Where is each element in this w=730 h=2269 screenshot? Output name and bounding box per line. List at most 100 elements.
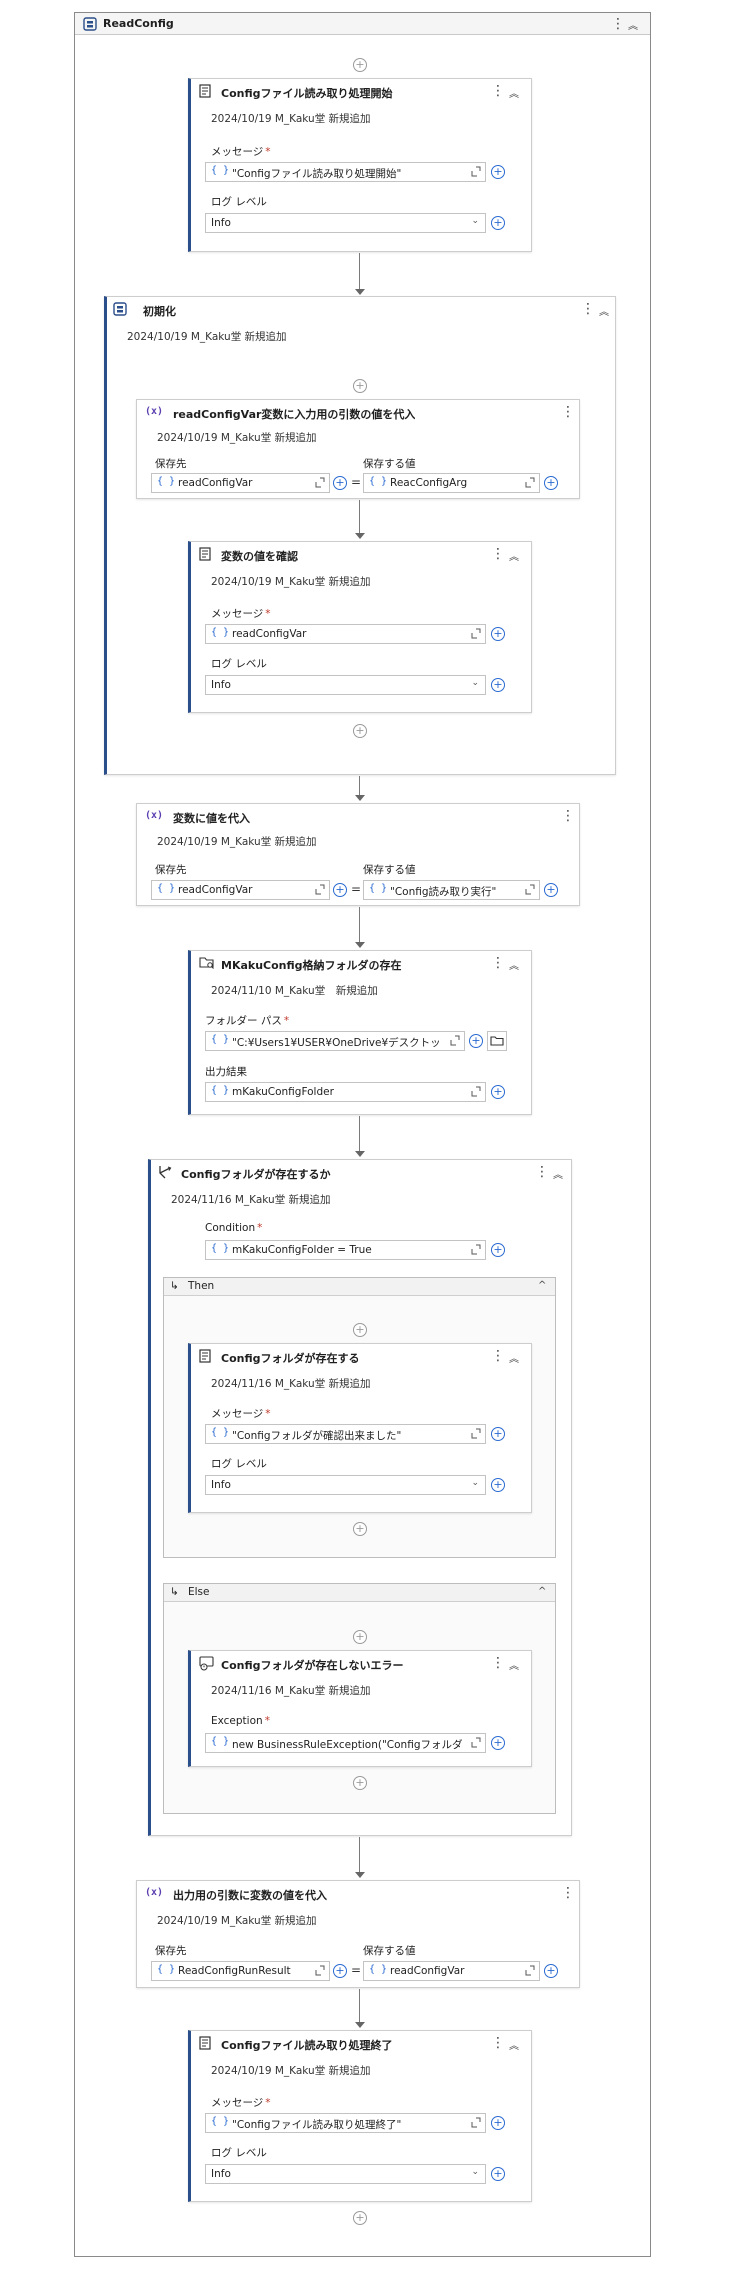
assign-readconfig-more-icon[interactable]: ⋮ (561, 405, 575, 419)
root-collapse-icon[interactable]: ︽ (628, 17, 638, 32)
log-check-activity[interactable]: 変数の値を確認 ⋮ ︽ 2024/10/19 M_Kaku堂 新規追加 メッセー… (188, 541, 532, 713)
then-log-collapse-icon[interactable]: ︽ (509, 1350, 519, 1365)
condition-plus-button[interactable]: + (491, 1243, 505, 1257)
to-field[interactable]: { } readConfigVar (151, 473, 330, 493)
assign-variable-more-icon[interactable]: ⋮ (561, 809, 575, 823)
to-plus-button[interactable]: + (333, 476, 347, 490)
throw-title: Configフォルダが存在しないエラー (221, 1659, 404, 1672)
expand-editor-icon[interactable] (315, 1965, 325, 1976)
to-plus-button[interactable]: + (333, 1964, 347, 1978)
add-activity-button[interactable]: + (353, 1776, 367, 1790)
value-field[interactable]: { } readConfigVar (363, 1961, 540, 1981)
folder-exists-more-icon[interactable]: ⋮ (491, 956, 505, 970)
exception-field[interactable]: { } new BusinessRuleException("Configフォル… (205, 1733, 486, 1753)
expand-editor-icon[interactable] (525, 884, 535, 895)
value-plus-button[interactable]: + (544, 883, 558, 897)
add-activity-button[interactable]: + (353, 724, 367, 738)
log-end-collapse-icon[interactable]: ︽ (509, 2037, 519, 2052)
init-collapse-icon[interactable]: ︽ (599, 303, 609, 318)
value-plus-button[interactable]: + (544, 476, 558, 490)
log-start-collapse-icon[interactable]: ︽ (509, 85, 519, 100)
exception-plus-button[interactable]: + (491, 1736, 505, 1750)
then-collapse-icon[interactable]: ^ (538, 1280, 546, 1291)
log-level-plus-button[interactable]: + (491, 216, 505, 230)
equals-sign: = (351, 475, 362, 489)
root-more-icon[interactable]: ⋮ (611, 17, 625, 31)
log-level-select[interactable]: Info ⌄ (205, 675, 486, 695)
to-plus-button[interactable]: + (333, 883, 347, 897)
log-level-label: ログ レベル (211, 658, 267, 670)
add-activity-button[interactable]: + (353, 1522, 367, 1536)
message-field[interactable]: { } "Configファイル読み取り処理開始" (205, 162, 486, 182)
message-plus-button[interactable]: + (491, 165, 505, 179)
expand-editor-icon[interactable] (471, 166, 481, 177)
log-level-select[interactable]: Info ⌄ (205, 213, 486, 233)
expand-editor-icon[interactable] (471, 1086, 481, 1097)
log-level-select[interactable]: Info ⌄ (205, 1475, 486, 1495)
log-end-more-icon[interactable]: ⋮ (491, 2036, 505, 2050)
expand-editor-icon[interactable] (471, 1737, 481, 1748)
init-more-icon[interactable]: ⋮ (581, 302, 595, 316)
output-field[interactable]: { } mKakuConfigFolder (205, 1082, 486, 1102)
if-more-icon[interactable]: ⋮ (535, 1165, 549, 1179)
exception-label: Exception * (211, 1715, 270, 1727)
then-branch-header[interactable]: ↳ Then ^ (164, 1278, 555, 1296)
log-check-collapse-icon[interactable]: ︽ (509, 548, 519, 563)
else-collapse-icon[interactable]: ^ (538, 1586, 546, 1597)
folder-exists-collapse-icon[interactable]: ︽ (509, 957, 519, 972)
add-activity-button[interactable]: + (353, 379, 367, 393)
expand-editor-icon[interactable] (471, 1244, 481, 1255)
expand-editor-icon[interactable] (525, 477, 535, 488)
log-level-plus-button[interactable]: + (491, 2167, 505, 2181)
then-log-activity[interactable]: Configフォルダが存在する ⋮ ︽ 2024/11/16 M_Kaku堂 新… (188, 1343, 532, 1513)
expand-editor-icon[interactable] (471, 1428, 481, 1439)
to-field[interactable]: { } ReadConfigRunResult (151, 1961, 330, 1981)
message-plus-button[interactable]: + (491, 1427, 505, 1441)
log-check-more-icon[interactable]: ⋮ (491, 547, 505, 561)
assign-output-more-icon[interactable]: ⋮ (561, 1886, 575, 1900)
expand-editor-icon[interactable] (315, 884, 325, 895)
root-sequence-header[interactable]: ReadConfig ⋮ ︽ (75, 13, 650, 35)
folder-exists-activity[interactable]: MKakuConfig格納フォルダの存在 ⋮ ︽ 2024/11/10 M_Ka… (188, 950, 532, 1115)
browse-folder-icon[interactable] (487, 1031, 507, 1051)
message-field[interactable]: { } "Configファイル読み取り処理終了" (205, 2113, 486, 2133)
throw-activity[interactable]: Configフォルダが存在しないエラー ⋮ ︽ 2024/11/16 M_Kak… (188, 1650, 532, 1767)
output-plus-button[interactable]: + (491, 1085, 505, 1099)
message-plus-button[interactable]: + (491, 627, 505, 641)
log-level-plus-button[interactable]: + (491, 678, 505, 692)
throw-collapse-icon[interactable]: ︽ (509, 1657, 519, 1672)
folder-path-field[interactable]: { } "C:¥Users1¥USER¥OneDrive¥デスクトップ (205, 1031, 465, 1051)
if-collapse-icon[interactable]: ︽ (553, 1166, 563, 1181)
add-activity-button[interactable]: + (353, 1323, 367, 1337)
message-label: メッセージ * (211, 1408, 271, 1420)
add-activity-button[interactable]: + (353, 2211, 367, 2225)
log-end-activity[interactable]: Configファイル読み取り処理終了 ⋮ ︽ 2024/10/19 M_Kaku… (188, 2030, 532, 2202)
assign-readconfig-activity[interactable]: (x) readConfigVar変数に入力用の引数の値を代入 ⋮ 2024/1… (136, 399, 580, 499)
message-field[interactable]: { } readConfigVar (205, 624, 486, 644)
else-branch-header[interactable]: ↳ Else ^ (164, 1584, 555, 1602)
expand-editor-icon[interactable] (471, 628, 481, 639)
log-start-more-icon[interactable]: ⋮ (491, 84, 505, 98)
log-level-plus-button[interactable]: + (491, 1478, 505, 1492)
throw-more-icon[interactable]: ⋮ (491, 1656, 505, 1670)
value-field[interactable]: { } "Config読み取り実行" (363, 880, 540, 900)
add-activity-button[interactable]: + (353, 1630, 367, 1644)
message-plus-button[interactable]: + (491, 2116, 505, 2130)
value-field[interactable]: { } ReacConfigArg (363, 473, 540, 493)
assign-variable-activity[interactable]: (x) 変数に値を代入 ⋮ 2024/10/19 M_Kaku堂 新規追加 保存… (136, 803, 580, 906)
folder-search-icon (199, 957, 214, 969)
assign-output-activity[interactable]: (x) 出力用の引数に変数の値を代入 ⋮ 2024/10/19 M_Kaku堂 … (136, 1880, 580, 1988)
expand-editor-icon[interactable] (315, 477, 325, 488)
folder-path-plus-button[interactable]: + (469, 1034, 483, 1048)
condition-field[interactable]: { } mKakuConfigFolder = True (205, 1240, 486, 1260)
then-log-more-icon[interactable]: ⋮ (491, 1349, 505, 1363)
to-field[interactable]: { } readConfigVar (151, 880, 330, 900)
log-start-activity[interactable]: Configファイル読み取り処理開始 ⋮ ︽ 2024/10/19 M_Kaku… (188, 78, 532, 252)
message-field[interactable]: { } "Configフォルダが確認出来ました" (205, 1424, 486, 1444)
add-activity-button[interactable]: + (353, 58, 367, 72)
log-level-select[interactable]: Info ⌄ (205, 2164, 486, 2184)
value-plus-button[interactable]: + (544, 1964, 558, 1978)
expand-editor-icon[interactable] (471, 2117, 481, 2128)
expand-editor-icon[interactable] (525, 1965, 535, 1976)
expand-editor-icon[interactable] (450, 1035, 460, 1046)
